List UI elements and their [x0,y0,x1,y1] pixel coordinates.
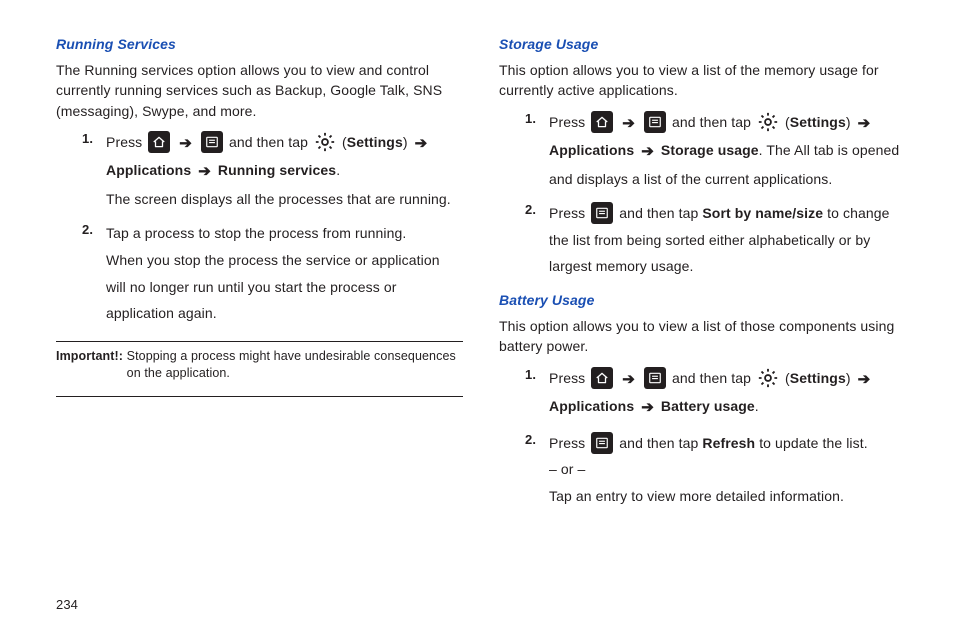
important-label: Important!: [56,349,123,363]
right-column: Storage Usage This option allows you to … [499,36,906,612]
important-text: Stopping a process might have undesirabl… [127,348,462,382]
storage-usage-steps: Press ➔ and then tap (Settings) ➔ [499,109,906,280]
settings-label: Settings [347,134,403,150]
battery-usage-intro: This option allows you to view a list of… [499,316,906,357]
battery-usage-heading: Battery Usage [499,292,906,308]
home-icon [591,111,613,133]
settings-label: Settings [790,370,846,386]
or-line: – or – [549,456,906,483]
page-number: 234 [56,597,78,612]
step-1: Press ➔ and then tap (Settings) ➔ [82,129,463,213]
home-icon [591,367,613,389]
arrow-icon: ➔ [622,115,635,132]
battery-usage-steps: Press ➔ and then tap (Settings) ➔ [499,365,906,510]
and-then-tap: and then tap [229,134,308,150]
step-1: Press ➔ and then tap (Settings) ➔ [525,365,906,422]
separator-line [56,396,463,397]
storage-usage-intro: This option allows you to view a list of… [499,60,906,101]
step-2-followup: When you stop the process the service or… [106,247,463,327]
press-label: Press [549,205,585,221]
arrow-icon: ➔ [415,135,428,152]
and-then-tap: and then tap [672,370,751,386]
step-1: Press ➔ and then tap (Settings) ➔ [525,109,906,193]
arrow-icon: ➔ [858,371,871,388]
step-2: Press and then tap Refresh to update the… [525,430,906,510]
step-2: Press and then tap Sort by name/size to … [525,200,906,280]
arrow-icon: ➔ [858,115,871,132]
applications-label: Applications [549,142,634,158]
running-services-intro: The Running services option allows you t… [56,60,463,121]
step-1-followup: The screen displays all the processes th… [106,186,463,213]
step-1-text: Press ➔ and then tap (Settings) ➔ [549,109,906,193]
home-icon [148,131,170,153]
tap-entry-line: Tap an entry to view more detailed infor… [549,483,906,510]
battery-usage-label: Battery usage [661,398,755,414]
menu-icon [644,367,666,389]
settings-icon [314,131,336,153]
running-services-heading: Running Services [56,36,463,52]
arrow-icon: ➔ [641,143,654,160]
press-label: Press [106,134,142,150]
and-then-tap: and then tap [619,435,698,451]
step-2-after: to update the list. [755,435,868,451]
menu-icon [201,131,223,153]
storage-usage-label: Storage usage [661,142,759,158]
step-1-text: Press ➔ and then tap (Settings) ➔ [106,129,463,186]
left-column: Running Services The Running services op… [56,36,463,612]
and-then-tap: and then tap [672,114,751,130]
step-2: Tap a process to stop the process from r… [82,220,463,326]
applications-label: Applications [106,162,191,178]
arrow-icon: ➔ [622,371,635,388]
applications-label: Applications [549,398,634,414]
arrow-icon: ➔ [641,399,654,416]
menu-icon [591,432,613,454]
step-2-text: Press and then tap Sort by name/size to … [549,200,906,280]
refresh-label: Refresh [702,435,755,451]
step-2-text: Press and then tap Refresh to update the… [549,430,906,457]
running-services-steps: Press ➔ and then tap (Settings) ➔ [56,129,463,327]
press-label: Press [549,370,585,386]
arrow-icon: ➔ [179,135,192,152]
menu-icon [591,202,613,224]
settings-label: Settings [790,114,846,130]
storage-usage-heading: Storage Usage [499,36,906,52]
arrow-icon: ➔ [198,163,211,180]
and-then-tap: and then tap [619,205,698,221]
menu-icon [644,111,666,133]
sort-label: Sort by name/size [702,205,823,221]
settings-icon [757,367,779,389]
settings-icon [757,111,779,133]
press-label: Press [549,114,585,130]
running-services-label: Running services [218,162,336,178]
step-2-text: Tap a process to stop the process from r… [106,220,463,247]
important-note: Important!: Stopping a process might hav… [56,348,463,382]
separator-line [56,341,463,342]
step-1-text: Press ➔ and then tap (Settings) ➔ [549,365,906,422]
press-label: Press [549,435,585,451]
document-page: Running Services The Running services op… [0,0,954,636]
